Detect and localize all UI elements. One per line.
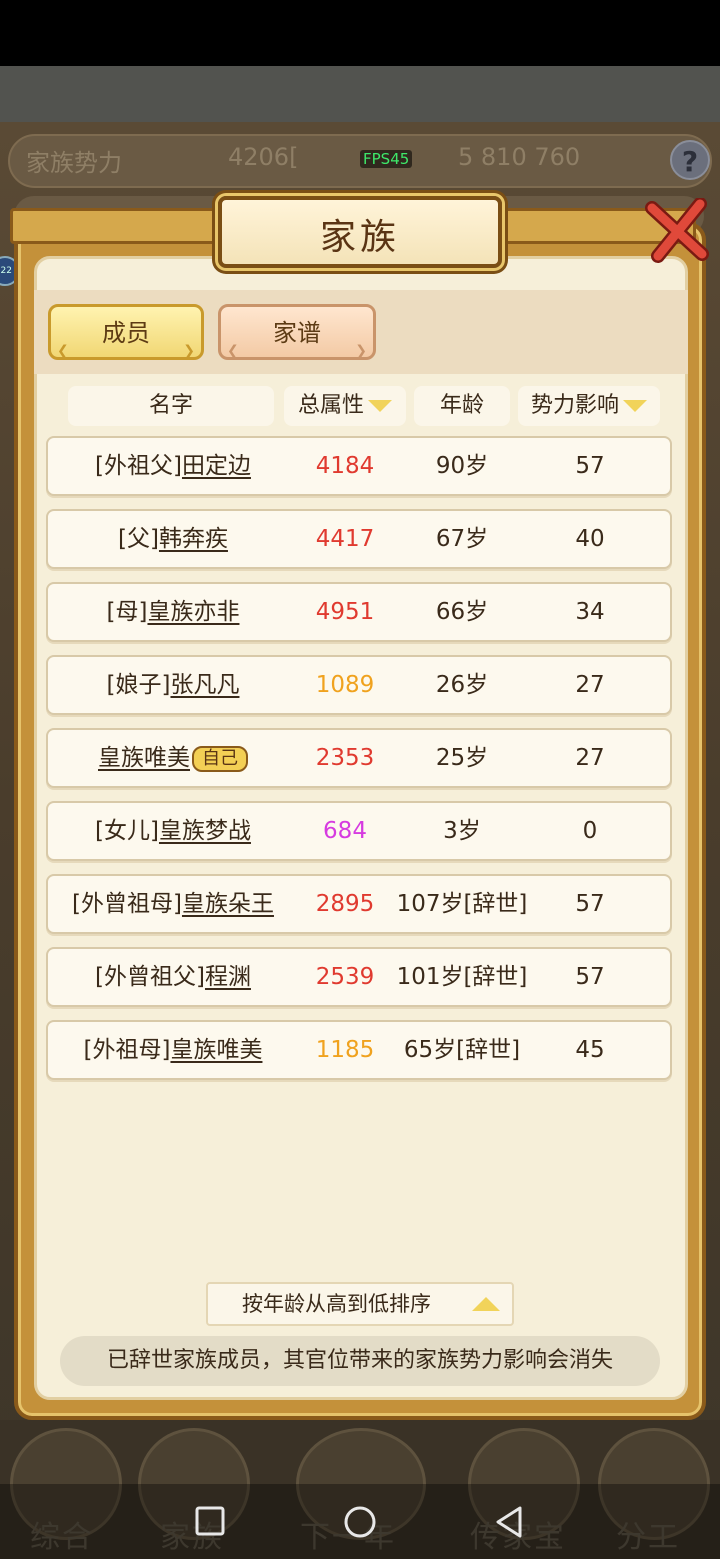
member-age: 66岁 <box>435 599 489 625</box>
member-age: 107岁[辞世] <box>396 891 528 917</box>
sort-up-icon <box>472 1297 500 1311</box>
member-total-attr: 2353 <box>315 745 375 771</box>
member-age: 26岁 <box>435 672 489 698</box>
hud-family-power-label: 家族势力 <box>26 149 122 177</box>
member-total-attr: 684 <box>323 818 367 844</box>
header-total-attr[interactable]: 总属性 <box>284 386 406 426</box>
member-name-link[interactable]: 皇族亦非 <box>147 599 239 625</box>
member-row[interactable]: [母]皇族亦非 4951 66岁 34 <box>46 582 672 642</box>
member-age: 65岁[辞世] <box>403 1037 521 1063</box>
header-total-attr-label: 总属性 <box>297 393 364 418</box>
member-name-link[interactable]: 皇族朵王 <box>182 891 274 917</box>
back-icon[interactable] <box>494 1505 524 1539</box>
member-name-link[interactable]: 皇族唯美 <box>98 745 190 771</box>
member-name-link[interactable]: 皇族梦战 <box>159 818 251 844</box>
member-total-attr: 4417 <box>315 526 375 552</box>
member-name-cell: [女儿]皇族梦战 <box>48 803 298 859</box>
member-name-link[interactable]: 韩奔疾 <box>159 526 228 552</box>
member-power: 27 <box>575 672 605 698</box>
member-row[interactable]: [外祖母]皇族唯美 1185 65岁[辞世] 45 <box>46 1020 672 1080</box>
member-power: 57 <box>575 964 605 990</box>
home-icon[interactable] <box>343 1505 377 1539</box>
member-relation: [外曾祖母] <box>72 891 182 917</box>
member-relation: [外祖父] <box>95 453 182 479</box>
member-row[interactable]: [娘子]张凡凡 1089 26岁 27 <box>46 655 672 715</box>
tab-right-chevron-icon: ❯ <box>355 343 367 359</box>
member-age: 3岁 <box>443 818 481 844</box>
member-total-attr: 1089 <box>315 672 375 698</box>
member-row[interactable]: [外曾祖母]皇族朵王 2895 107岁[辞世] 57 <box>46 874 672 934</box>
member-relation: [外曾祖父] <box>95 964 205 990</box>
close-icon[interactable] <box>644 198 710 264</box>
member-name-cell: [外祖父]田定边 <box>48 438 298 494</box>
member-total-attr: 2539 <box>315 964 375 990</box>
member-name-cell: [娘子]张凡凡 <box>48 657 298 713</box>
member-relation: [母] <box>106 599 148 625</box>
member-total-attr: 4951 <box>315 599 375 625</box>
header-name-label: 名字 <box>148 393 193 418</box>
recents-icon[interactable] <box>194 1505 226 1537</box>
member-row[interactable]: [女儿]皇族梦战 684 3岁 0 <box>46 801 672 861</box>
header-age: 年龄 <box>414 386 510 426</box>
tab-right-chevron-icon: ❯ <box>183 343 195 359</box>
system-status-bar <box>0 0 720 66</box>
member-name-cell: [外祖母]皇族唯美 <box>48 1022 298 1078</box>
tab-members-label: 成员 <box>102 319 150 347</box>
header-age-label: 年龄 <box>439 393 484 418</box>
member-name-cell: [父]韩奔疾 <box>48 511 298 567</box>
member-name-link[interactable]: 张凡凡 <box>170 672 239 698</box>
member-name-link[interactable]: 田定边 <box>182 453 251 479</box>
member-power: 45 <box>575 1037 605 1063</box>
member-age: 90岁 <box>435 453 489 479</box>
tab-family-tree-label: 家谱 <box>273 319 321 347</box>
member-name-link[interactable]: 皇族唯美 <box>170 1037 262 1063</box>
member-power: 27 <box>575 745 605 771</box>
help-icon[interactable]: ? <box>670 140 710 180</box>
member-age: 25岁 <box>435 745 489 771</box>
member-name-link[interactable]: 程渊 <box>205 964 251 990</box>
member-age: 101岁[辞世] <box>396 964 528 990</box>
member-total-attr: 2895 <box>315 891 375 917</box>
member-row[interactable]: [父]韩奔疾 4417 67岁 40 <box>46 509 672 569</box>
tab-left-chevron-icon: ❮ <box>227 343 239 359</box>
deceased-note: 已辞世家族成员，其官位带来的家族势力影响会消失 <box>60 1336 660 1386</box>
sort-order-button[interactable]: 按年龄从高到低排序 <box>206 1282 514 1326</box>
member-row[interactable]: [外曾祖父]程渊 2539 101岁[辞世] 57 <box>46 947 672 1007</box>
title-wing-left <box>10 208 224 244</box>
sort-down-icon <box>368 400 392 412</box>
member-name-cell: [母]皇族亦非 <box>48 584 298 640</box>
member-total-attr: 1185 <box>315 1037 375 1063</box>
dialog-title: 家族 <box>319 217 400 258</box>
member-relation: [外祖母] <box>83 1037 171 1063</box>
tab-left-chevron-icon: ❮ <box>57 343 69 359</box>
member-power: 0 <box>582 818 598 844</box>
member-row[interactable]: 皇族唯美 自己 2353 25岁 27 <box>46 728 672 788</box>
member-row[interactable]: [外祖父]田定边 4184 90岁 57 <box>46 436 672 496</box>
member-age: 67岁 <box>435 526 489 552</box>
member-relation: [父] <box>118 526 159 552</box>
member-power: 57 <box>575 891 605 917</box>
self-badge: 自己 <box>192 745 248 772</box>
member-power: 40 <box>575 526 605 552</box>
member-power: 57 <box>575 453 605 479</box>
tab-family-tree[interactable]: ❮ 家谱 ❯ <box>218 304 376 360</box>
member-power: 34 <box>575 599 605 625</box>
sort-down-icon <box>623 400 647 412</box>
header-power-label: 势力影响 <box>530 393 619 418</box>
member-name-cell: [外曾祖父]程渊 <box>48 949 298 1005</box>
member-relation: [娘子] <box>106 672 171 698</box>
sort-order-label: 按年龄从高到低排序 <box>242 1292 431 1316</box>
member-name-cell: [外曾祖母]皇族朵王 <box>48 876 298 932</box>
header-power[interactable]: 势力影响 <box>518 386 660 426</box>
member-name-cell: 皇族唯美 自己 <box>48 730 298 786</box>
tab-members[interactable]: ❮ 成员 ❯ <box>48 304 204 360</box>
top-band <box>0 66 720 122</box>
hud-power-value: 4206[ <box>228 143 299 171</box>
header-name: 名字 <box>68 386 274 426</box>
hud-resources: 5 810 760 <box>458 143 581 171</box>
member-total-attr: 4184 <box>315 453 375 479</box>
fps-counter: FPS45 <box>360 150 413 168</box>
member-relation: [女儿] <box>95 818 159 844</box>
